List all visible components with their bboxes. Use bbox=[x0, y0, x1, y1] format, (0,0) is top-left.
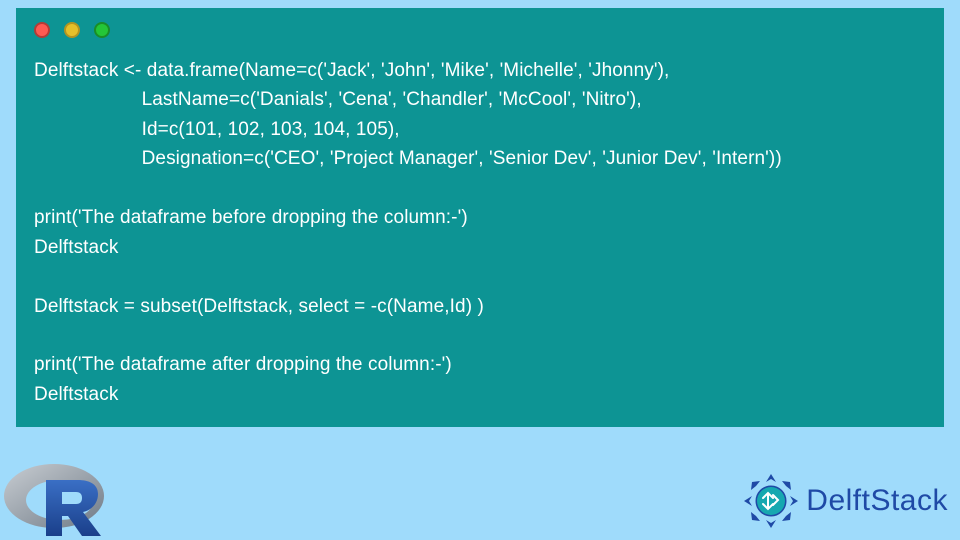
window-dots bbox=[34, 22, 926, 38]
delftstack-logo: DelftStack bbox=[742, 472, 948, 530]
footer: DelftStack bbox=[0, 458, 960, 540]
code-block: Delftstack <- data.frame(Name=c('Jack', … bbox=[34, 56, 926, 409]
delftstack-badge-icon bbox=[742, 472, 800, 530]
r-language-logo-icon bbox=[2, 458, 112, 538]
maximize-dot-icon bbox=[94, 22, 110, 38]
delftstack-brand-text: DelftStack bbox=[806, 484, 948, 518]
code-panel: Delftstack <- data.frame(Name=c('Jack', … bbox=[16, 8, 944, 427]
close-dot-icon bbox=[34, 22, 50, 38]
minimize-dot-icon bbox=[64, 22, 80, 38]
